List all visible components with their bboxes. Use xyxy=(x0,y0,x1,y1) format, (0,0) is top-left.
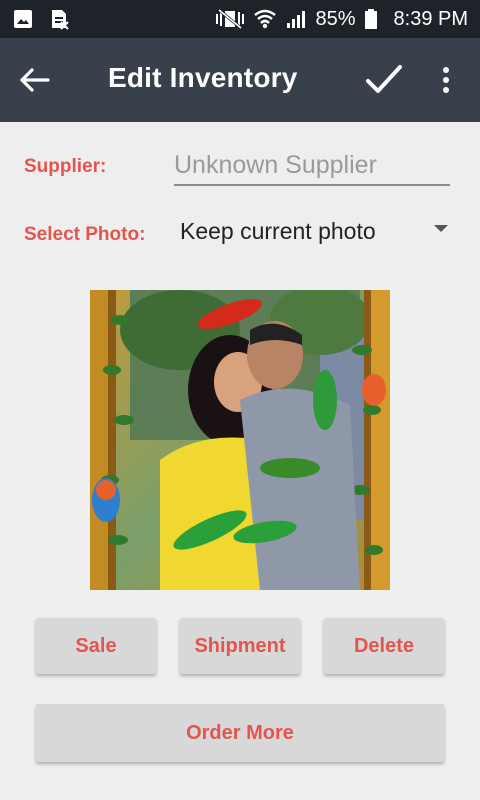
supplier-input[interactable] xyxy=(174,146,450,186)
photo-label: Select Photo: xyxy=(24,224,146,245)
notification-icons xyxy=(12,8,70,30)
sim-card-icon xyxy=(52,10,69,30)
supplier-label: Supplier: xyxy=(24,156,107,177)
battery-percent: 85% xyxy=(315,7,356,30)
save-button[interactable] xyxy=(364,62,404,98)
cell-signal-icon xyxy=(287,11,306,28)
inventory-photo xyxy=(90,290,390,590)
clock: 8:39 PM xyxy=(393,7,468,30)
more-vert-icon xyxy=(443,67,449,93)
delete-button[interactable]: Delete xyxy=(324,618,444,674)
app-bar: Edit Inventory xyxy=(0,38,480,122)
sale-button[interactable]: Sale xyxy=(36,618,156,674)
order-more-button[interactable]: Order More xyxy=(36,704,444,762)
system-status: 85% 8:39 PM xyxy=(215,0,468,38)
checkmark-icon xyxy=(366,65,402,93)
shipment-button[interactable]: Shipment xyxy=(180,618,300,674)
battery-icon xyxy=(364,9,377,29)
wifi-icon xyxy=(254,9,277,29)
back-button[interactable] xyxy=(18,64,54,96)
dropdown-arrow-icon xyxy=(434,225,448,232)
back-arrow-icon xyxy=(20,68,50,92)
page-title: Edit Inventory xyxy=(108,62,298,93)
photo-select-value: Keep current photo xyxy=(180,218,376,244)
overflow-menu-button[interactable] xyxy=(434,64,458,96)
vibrate-mute-icon xyxy=(216,8,245,30)
photo-select-dropdown[interactable]: Keep current photo xyxy=(170,208,454,254)
status-bar: 85% 8:39 PM xyxy=(0,0,480,38)
gallery-icon xyxy=(14,10,32,28)
